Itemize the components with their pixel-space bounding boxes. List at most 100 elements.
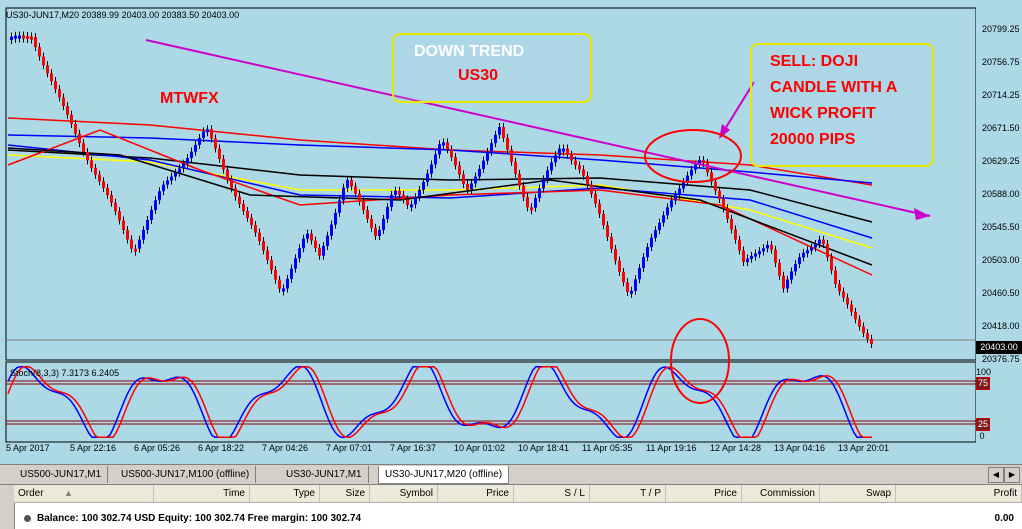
col-tp[interactable]: T / P xyxy=(590,485,666,502)
candle xyxy=(318,248,321,256)
candle xyxy=(574,160,577,166)
sell-line-3: WICK PROFIT xyxy=(770,105,876,122)
candle xyxy=(726,208,729,220)
tab-scroll-right-icon[interactable]: ▶ xyxy=(1004,467,1020,483)
candle xyxy=(274,270,277,280)
candle xyxy=(334,212,337,225)
sort-arrow-icon: ▲ xyxy=(64,488,73,498)
candle xyxy=(622,271,625,283)
candle xyxy=(762,248,765,252)
candle xyxy=(790,271,793,280)
col-size[interactable]: Size xyxy=(320,485,370,502)
col-price[interactable]: Price xyxy=(438,485,514,502)
candle xyxy=(102,181,105,188)
candle xyxy=(814,243,817,248)
tab-us500-m1[interactable]: US500-JUN17,M1 xyxy=(14,466,109,483)
down-trend-symbol: US30 xyxy=(458,67,499,84)
candle xyxy=(418,189,421,198)
candle xyxy=(826,244,829,258)
candle xyxy=(642,257,645,268)
chart-tabbar: US500-JUN17,M1 US500-JUN17,M100 (offline… xyxy=(0,464,1022,485)
time-label: 5 Apr 2017 xyxy=(6,443,50,453)
candle xyxy=(182,163,185,169)
candle xyxy=(566,148,569,155)
candle xyxy=(466,184,469,190)
time-label: 13 Apr 04:16 xyxy=(774,443,826,453)
candle xyxy=(690,169,693,176)
candle xyxy=(82,143,85,153)
candle xyxy=(186,158,189,164)
chart-window[interactable]: US30-JUN17,M20 20389.99 20403.00 20383.5… xyxy=(0,0,1022,464)
candle xyxy=(282,288,285,292)
stoch-level-label: 75 xyxy=(976,377,990,390)
candle xyxy=(546,170,549,180)
candle xyxy=(46,65,49,74)
candle xyxy=(510,149,513,162)
current-price-label: 20403.00 xyxy=(976,341,1022,354)
candle xyxy=(346,179,349,188)
candle xyxy=(222,158,225,170)
col-sl[interactable]: S / L xyxy=(514,485,590,502)
tab-us30-m20[interactable]: US30-JUN17,M20 (offline) xyxy=(378,466,510,484)
candle xyxy=(866,333,869,339)
chart-title: US30-JUN17,M20 20389.99 20403.00 20383.5… xyxy=(6,10,240,20)
candle xyxy=(618,260,621,272)
candle xyxy=(442,142,445,146)
candle xyxy=(134,248,137,252)
candle xyxy=(702,160,705,164)
tab-scroll-left-icon[interactable]: ◀ xyxy=(988,467,1004,483)
candle xyxy=(246,210,249,218)
candle xyxy=(350,179,353,187)
col-price-current[interactable]: Price xyxy=(666,485,742,502)
candle xyxy=(570,154,573,161)
candle xyxy=(478,168,481,177)
candle xyxy=(94,167,97,175)
candle xyxy=(54,81,57,90)
candle xyxy=(266,250,269,261)
balance-text: Balance: 100 302.74 USD Equity: 100 302.… xyxy=(37,513,362,524)
candle xyxy=(634,279,637,291)
down-trend-label: DOWN TREND xyxy=(414,43,525,60)
candle xyxy=(822,239,825,245)
col-time[interactable]: Time xyxy=(154,485,250,502)
col-order[interactable]: Order xyxy=(14,485,154,502)
tab-us500-m100[interactable]: US500-JUN17,M100 (offline) xyxy=(115,466,257,483)
col-commission[interactable]: Commission xyxy=(742,485,820,502)
candle xyxy=(374,227,377,236)
price-tick: 20671.50 xyxy=(982,123,1020,133)
col-profit[interactable]: Profit xyxy=(896,485,1022,502)
candle xyxy=(370,218,373,228)
candle xyxy=(210,129,213,139)
candle xyxy=(502,127,505,138)
candle xyxy=(62,97,65,107)
candle xyxy=(126,230,129,240)
candle xyxy=(302,238,305,249)
candle xyxy=(694,164,697,170)
candle xyxy=(610,236,613,249)
price-scale[interactable]: 20799.25 20756.75 20714.25 20671.50 2062… xyxy=(976,8,1022,464)
candle xyxy=(162,184,165,192)
time-label: 6 Apr 05:26 xyxy=(134,443,181,453)
candle xyxy=(754,253,757,257)
balance-row[interactable]: Balance: 100 302.74 USD Equity: 100 302.… xyxy=(14,511,1022,527)
candle xyxy=(214,138,217,149)
candle xyxy=(354,186,357,194)
candle xyxy=(30,36,33,40)
candle xyxy=(750,255,753,259)
candle xyxy=(170,176,173,181)
candle xyxy=(514,161,517,174)
sell-line-1: SELL: DOJI xyxy=(770,53,859,70)
col-swap[interactable]: Swap xyxy=(820,485,896,502)
candle xyxy=(458,165,461,175)
candle xyxy=(174,172,177,177)
sell-line-2: CANDLE WITH A xyxy=(770,79,898,96)
candle xyxy=(494,134,497,144)
candle xyxy=(118,211,121,221)
candle xyxy=(410,204,413,208)
candle xyxy=(482,160,485,169)
col-symbol[interactable]: Symbol xyxy=(370,485,438,502)
col-type[interactable]: Type xyxy=(250,485,320,502)
tab-us30-m1[interactable]: US30-JUN17,M1 xyxy=(280,466,369,483)
candle xyxy=(530,207,533,211)
terminal-side-handle[interactable] xyxy=(0,485,15,529)
